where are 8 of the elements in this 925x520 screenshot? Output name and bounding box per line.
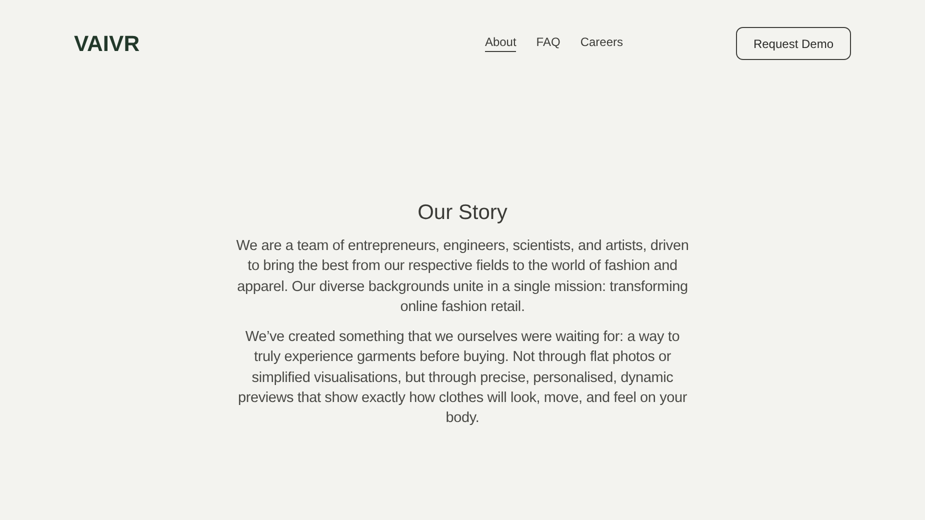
nav-link[interactable]: Careers [580, 35, 623, 52]
nav-link[interactable]: FAQ [536, 35, 560, 52]
section-title: Our Story [418, 201, 508, 225]
nav-link[interactable]: About [484, 35, 516, 52]
logo[interactable]: VAIVR [74, 30, 140, 56]
paragraph: We’ve created something that we ourselves were waiting for: a way to truly experience garments before buying. Not through flat photos or simplified visualisations, but through precise, personalised, dynamic previews that show exactly how clothes will look, move, and feel on your body. [236, 328, 688, 428]
request-demo-button[interactable]: Request Demo [736, 27, 851, 60]
paragraph: We are a team of entrepreneurs, engineers, scientists, and artists, driven to bring the best from our respective fields to the world of fashion and apparel. Our diverse backgrounds unite in a single mission: transforming online fashion retail. [235, 237, 690, 317]
